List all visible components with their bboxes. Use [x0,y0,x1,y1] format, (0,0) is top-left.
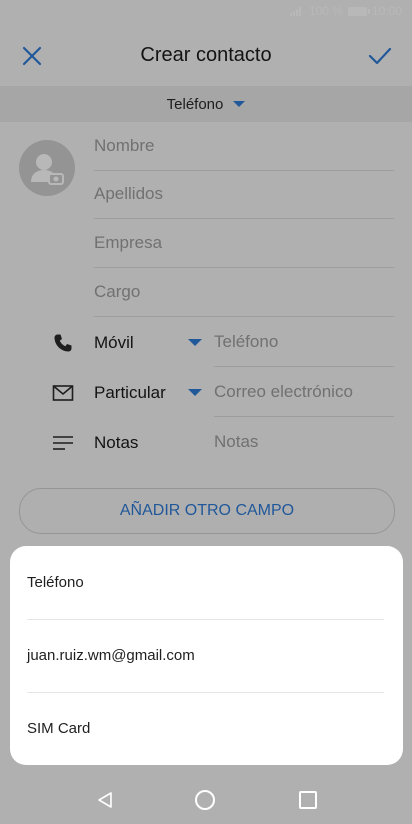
home-icon[interactable] [195,790,215,810]
sheet-option-label: SIM Card [27,720,91,737]
sheet-option-google-account[interactable]: juan.ruiz.wm@gmail.com [27,619,384,693]
system-nav-bar [0,775,412,824]
sheet-option-label: Teléfono [27,574,84,591]
sheet-option-sim[interactable]: SIM Card [27,692,384,765]
save-to-sheet: Teléfono juan.ruiz.wm@gmail.com SIM Card [10,546,403,765]
recent-apps-icon[interactable] [299,791,317,809]
sheet-option-phone[interactable]: Teléfono [27,546,384,620]
sheet-option-label: juan.ruiz.wm@gmail.com [27,647,195,664]
back-icon[interactable] [96,791,114,809]
